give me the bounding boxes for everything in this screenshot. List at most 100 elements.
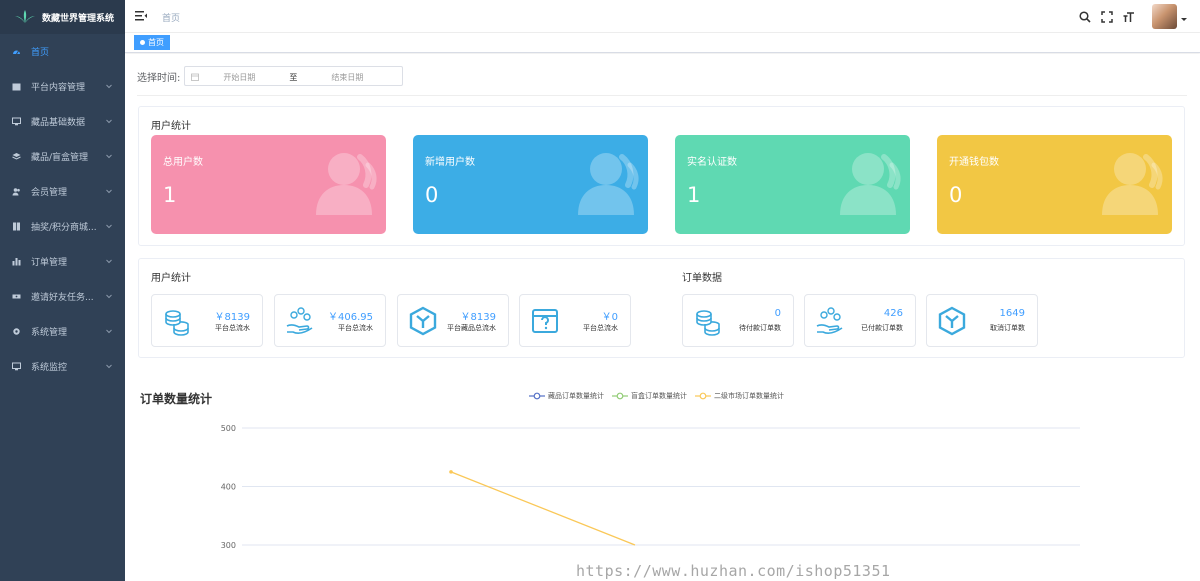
ticket-icon (12, 292, 21, 301)
chevron-down-icon (105, 187, 113, 195)
calendar-icon (191, 73, 200, 81)
legend-swatch-icon (529, 392, 545, 400)
metric-label: 平台总流水 (215, 324, 250, 332)
chevron-down-icon (105, 82, 113, 90)
sidebar-item[interactable]: 会员管理 (0, 174, 125, 209)
metric-card[interactable]: ￥0 平台总流水 (519, 294, 631, 347)
finance-order-panel: 用户统计 订单数据 ￥8139 平台总流水 ￥406.95 平台总流水 ￥8139 平台藏… (138, 258, 1185, 358)
stat-card-value: 1 (687, 183, 701, 207)
metric-value: ￥8139 (214, 312, 250, 323)
data-point[interactable] (449, 470, 453, 474)
stat-card-label: 总用户数 (163, 157, 203, 168)
navbar-right (1074, 0, 1200, 33)
mystery-box-icon (530, 306, 560, 336)
user-stats-panel: 用户统计 总用户数 1 新增用户数 0 实名认证数 1 开通钱包数 0 (138, 106, 1185, 246)
cube-icon (408, 306, 438, 336)
dashboard-icon (12, 47, 21, 56)
legend-item[interactable]: 二级市场订单数量统计 (695, 391, 784, 401)
search-icon[interactable] (1079, 10, 1091, 23)
metric-label: 平台总流水 (583, 324, 618, 332)
hand-money-icon (815, 306, 845, 336)
metric-card[interactable]: 0 待付款订单数 (682, 294, 794, 347)
sidebar: 数藏世界管理系统 首页平台内容管理藏品基础数据 藏品/盲盒管理会员管理抽奖/积分商… (0, 0, 125, 581)
metric-card[interactable]: 1649 取消订单数 (926, 294, 1038, 347)
filter-label: 选择时间: (137, 72, 181, 84)
users-icon (12, 187, 21, 196)
sidebar-item[interactable]: 系统监控 (0, 349, 125, 384)
start-date-input[interactable]: 开始日期 (223, 72, 255, 83)
hand-money-icon (285, 306, 315, 336)
font-size-icon[interactable] (1123, 11, 1135, 23)
metric-value: 0 (774, 308, 781, 319)
hamburger-icon[interactable] (135, 10, 147, 22)
sidebar-item-label: 会员管理 (31, 188, 68, 198)
book-icon (12, 222, 21, 231)
metric-label: 平台藏品总流水 (447, 324, 496, 332)
metric-label: 平台总流水 (338, 324, 373, 332)
navbar: 首页 (125, 0, 1200, 33)
legend-item[interactable]: 藏品订单数量统计 (529, 391, 604, 401)
metric-label: 待付款订单数 (739, 324, 781, 332)
y-tick-label: 300 (221, 541, 236, 550)
legend-label: 二级市场订单数量统计 (714, 392, 784, 400)
user-silhouette-icon (578, 149, 642, 215)
stat-card[interactable]: 新增用户数 0 (413, 135, 648, 234)
user-silhouette-icon (840, 149, 904, 215)
chevron-down-icon (105, 222, 113, 230)
chevron-down-icon (105, 117, 113, 125)
sidebar-item[interactable]: 藏品基础数据 (0, 104, 125, 139)
metric-card[interactable]: ￥8139 平台总流水 (151, 294, 263, 347)
avatar[interactable] (1152, 4, 1177, 29)
metric-label: 取消订单数 (990, 324, 1025, 332)
sidebar-menu: 首页平台内容管理藏品基础数据 藏品/盲盒管理会员管理抽奖/积分商城... 订单管理邀… (0, 34, 125, 384)
sidebar-item[interactable]: 平台内容管理 (0, 69, 125, 104)
stat-card[interactable]: 总用户数 1 (151, 135, 386, 234)
series-line (450, 471, 636, 546)
fullscreen-icon[interactable] (1101, 10, 1113, 23)
sidebar-item-label: 平台内容管理 (31, 83, 86, 93)
metric-value: 426 (883, 308, 903, 319)
legend-label: 盲盒订单数量统计 (631, 392, 687, 400)
stat-card-label: 实名认证数 (687, 157, 737, 168)
stat-card-value: 0 (425, 183, 439, 207)
sidebar-item[interactable]: 抽奖/积分商城... (0, 209, 125, 244)
y-tick-label: 500 (221, 424, 236, 433)
sidebar-item[interactable]: 首页 (0, 34, 125, 69)
stat-card[interactable]: 开通钱包数 0 (937, 135, 1172, 234)
caret-down-icon[interactable] (1180, 13, 1188, 21)
main-content: 选择时间: 开始日期 至 结束日期 用户统计 总用户数 1 新增用户数 0 实名认证数 1… (125, 54, 1200, 581)
sidebar-item-label: 邀请好友任务... (31, 293, 94, 303)
sidebar-item[interactable]: 订单管理 (0, 244, 125, 279)
tag-home[interactable]: 首页 (134, 35, 170, 50)
breadcrumb[interactable]: 首页 (162, 11, 180, 24)
sidebar-item[interactable]: 邀请好友任务... (0, 279, 125, 314)
metric-card[interactable]: ￥8139 平台藏品总流水 (397, 294, 509, 347)
order-stats-title: 订单数据 (682, 273, 722, 284)
monitor-icon (12, 117, 21, 126)
end-date-input[interactable]: 结束日期 (331, 72, 363, 83)
metric-card[interactable]: ￥406.95 平台总流水 (274, 294, 386, 347)
order-count-chart: 500 400 300 (221, 424, 1080, 550)
sidebar-item-label: 系统管理 (31, 328, 68, 338)
metric-value: ￥8139 (460, 312, 496, 323)
chevron-down-icon (105, 362, 113, 370)
metric-label: 已付款订单数 (861, 324, 903, 332)
legend-swatch-icon (695, 392, 711, 400)
cube-icon (937, 306, 967, 336)
stat-card[interactable]: 实名认证数 1 (675, 135, 910, 234)
layers-icon (12, 152, 21, 161)
y-tick-label: 400 (221, 483, 236, 492)
legend-item[interactable]: 盲盒订单数量统计 (612, 391, 687, 401)
user-stats-title: 用户统计 (151, 121, 191, 132)
sidebar-item-label: 订单管理 (31, 258, 68, 268)
stat-card-value: 0 (949, 183, 963, 207)
sidebar-item[interactable]: 藏品/盲盒管理 (0, 139, 125, 174)
sidebar-item[interactable]: 系统管理 (0, 314, 125, 349)
chevron-down-icon (105, 257, 113, 265)
range-separator: 至 (289, 73, 298, 82)
metric-value: ￥406.95 (328, 312, 373, 323)
date-range-picker[interactable]: 开始日期 至 结束日期 (184, 66, 404, 86)
metric-card[interactable]: 426 已付款订单数 (804, 294, 916, 347)
sidebar-logo[interactable]: 数藏世界管理系统 (0, 0, 125, 34)
monitor-icon (12, 362, 21, 371)
